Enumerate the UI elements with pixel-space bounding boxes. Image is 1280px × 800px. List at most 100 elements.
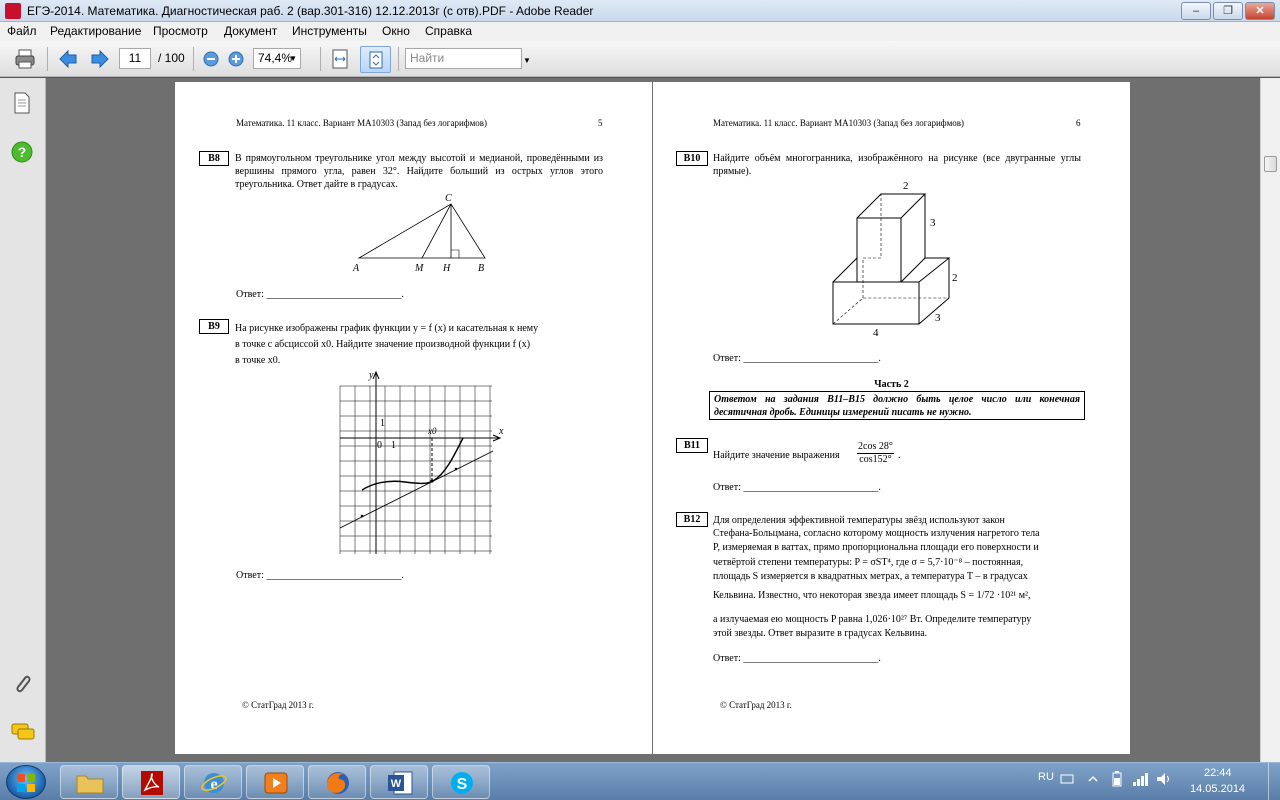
explorer-taskbar-button[interactable]: [60, 765, 118, 799]
page-number: 6: [1076, 118, 1081, 128]
b11-numerator: 2cos 28°: [857, 441, 894, 454]
chevron-down-icon: ▼: [289, 54, 297, 63]
zoom-value: 74,4%: [258, 51, 293, 65]
media-player-icon: [264, 772, 288, 794]
title-bar: ЕГЭ-2014. Математика. Диагностическая ра…: [0, 0, 1280, 22]
menu-tools[interactable]: Инструменты: [292, 24, 367, 38]
function-graph: y x 1 0 1 x0: [339, 370, 504, 554]
menu-help[interactable]: Справка: [425, 24, 472, 38]
firefox-icon: [327, 772, 349, 794]
page-footer: © СтатГрад 2013 г.: [720, 700, 792, 710]
next-page-icon[interactable]: [89, 48, 111, 70]
y-axis-label: y: [368, 370, 374, 381]
b11-fraction: 2cos 28° cos152°: [857, 441, 894, 466]
question-b9-line3: в точке x0.: [235, 355, 281, 366]
minimize-button[interactable]: –: [1181, 2, 1211, 20]
show-hidden-icons-icon[interactable]: [1087, 773, 1099, 785]
menu-window[interactable]: Окно: [382, 24, 410, 38]
question-b9-line1: На рисунке изображены график функции y =…: [235, 323, 539, 334]
print-icon[interactable]: [14, 48, 36, 70]
point-m-label: M: [414, 263, 424, 274]
answer-line: Ответ: ___________________________.: [236, 570, 404, 581]
page-number: 5: [598, 118, 603, 128]
fit-width-icon[interactable]: [329, 48, 351, 70]
polyhedron-figure: 2 3 2 4 3: [832, 180, 958, 338]
network-icon[interactable]: [1131, 770, 1149, 788]
toolbar: 11 / 100 74,4% ▼ Найти ▼: [0, 41, 1280, 77]
menu-edit[interactable]: Редактирование: [50, 24, 141, 38]
keyboard-icon[interactable]: [1060, 773, 1074, 785]
window-title: ЕГЭ-2014. Математика. Диагностическая ра…: [27, 4, 594, 18]
comments-icon[interactable]: [10, 722, 36, 742]
menu-document[interactable]: Документ: [224, 24, 277, 38]
x0-label: x0: [427, 426, 437, 436]
b12-line4: четвёртой степени температуры: P = σST⁴,…: [713, 557, 1024, 568]
page-total: / 100: [158, 51, 185, 65]
zoom-select[interactable]: 74,4% ▼: [253, 48, 301, 69]
folder-icon: [76, 775, 104, 794]
dim-tower-height: 3: [930, 217, 936, 229]
answer-line: Ответ: ___________________________.: [236, 289, 404, 300]
find-input[interactable]: Найти: [405, 48, 522, 69]
point-a-label: A: [352, 263, 360, 274]
firefox-taskbar-button[interactable]: [308, 765, 366, 799]
taskbar: e W S RU 22:44 14.05.2014: [0, 762, 1280, 800]
b11-dot: .: [898, 450, 901, 461]
b12-line7: а излучаемая ею мощность P равна 1,026·1…: [713, 614, 1032, 625]
help-icon[interactable]: ?: [11, 141, 33, 163]
page-header: Математика. 11 класс. Вариант МА10303 (З…: [713, 118, 965, 128]
menu-view[interactable]: Просмотр: [153, 24, 208, 38]
scrollbar-thumb[interactable]: [1264, 156, 1277, 172]
word-taskbar-button[interactable]: W: [370, 765, 428, 799]
clock-time[interactable]: 22:44: [1204, 767, 1232, 779]
triangle-figure: A M H B C: [352, 193, 486, 274]
b12-line2: Стефана-Больцмана, согласно которому мощ…: [713, 528, 1040, 539]
close-button[interactable]: ✕: [1245, 2, 1275, 20]
show-desktop-button[interactable]: [1268, 763, 1280, 800]
page-number-input[interactable]: 11: [119, 48, 151, 69]
point-b-label: B: [478, 263, 484, 274]
skype-icon: S: [451, 772, 473, 794]
x-axis-label: x: [498, 426, 504, 437]
find-dropdown-icon[interactable]: ▼: [523, 56, 531, 65]
adobe-reader-icon: [5, 3, 21, 19]
battery-icon[interactable]: [1111, 770, 1123, 788]
b11-denominator: cos152°: [859, 454, 892, 465]
svg-text:S: S: [457, 776, 468, 793]
adobe-pdf-icon: [141, 771, 163, 795]
attachment-icon[interactable]: [11, 671, 33, 695]
zoom-in-icon[interactable]: [225, 48, 247, 70]
windows-logo-icon: [17, 774, 35, 792]
b12-line5: площадь S измеряется в квадратных метрах…: [713, 571, 1028, 582]
page-header: Математика. 11 класс. Вариант МА10303 (З…: [236, 118, 488, 128]
dim-base-length: 4: [873, 327, 879, 338]
vertical-scrollbar[interactable]: [1260, 78, 1280, 762]
start-button[interactable]: [6, 765, 46, 799]
page-footer: © СтатГрад 2013 г.: [242, 700, 314, 710]
internet-explorer-taskbar-button[interactable]: e: [184, 765, 242, 799]
question-b11-text: Найдите значение выражения: [713, 450, 840, 461]
graph-grid: [339, 385, 492, 554]
previous-page-icon[interactable]: [57, 48, 79, 70]
zoom-out-icon[interactable]: [200, 48, 222, 70]
pdf-page-5: Математика. 11 класс. Вариант МА10303 (З…: [175, 82, 652, 754]
menu-file[interactable]: Файл: [7, 24, 37, 38]
volume-icon[interactable]: [1155, 770, 1173, 788]
pages-icon[interactable]: [12, 91, 32, 115]
svg-text:?: ?: [18, 144, 27, 160]
clock-date[interactable]: 14.05.2014: [1190, 783, 1245, 795]
part-2-note: Ответом на задания B11–B15 должно быть ц…: [709, 391, 1085, 420]
svg-text:W: W: [391, 778, 402, 790]
answer-line: Ответ: ___________________________.: [713, 653, 881, 664]
answer-line: Ответ: ___________________________.: [713, 353, 881, 364]
adobe-reader-taskbar-button[interactable]: [122, 765, 180, 799]
media-player-taskbar-button[interactable]: [246, 765, 304, 799]
skype-taskbar-button[interactable]: S: [432, 765, 490, 799]
language-indicator[interactable]: RU: [1038, 771, 1054, 783]
word-icon: W: [388, 771, 413, 795]
question-label-b9: B9: [199, 319, 229, 334]
fit-page-icon: [369, 51, 383, 69]
maximize-button[interactable]: ❐: [1213, 2, 1243, 20]
fit-page-button[interactable]: [360, 46, 391, 73]
pdf-page-6: Математика. 11 класс. Вариант МА10303 (З…: [653, 82, 1130, 754]
